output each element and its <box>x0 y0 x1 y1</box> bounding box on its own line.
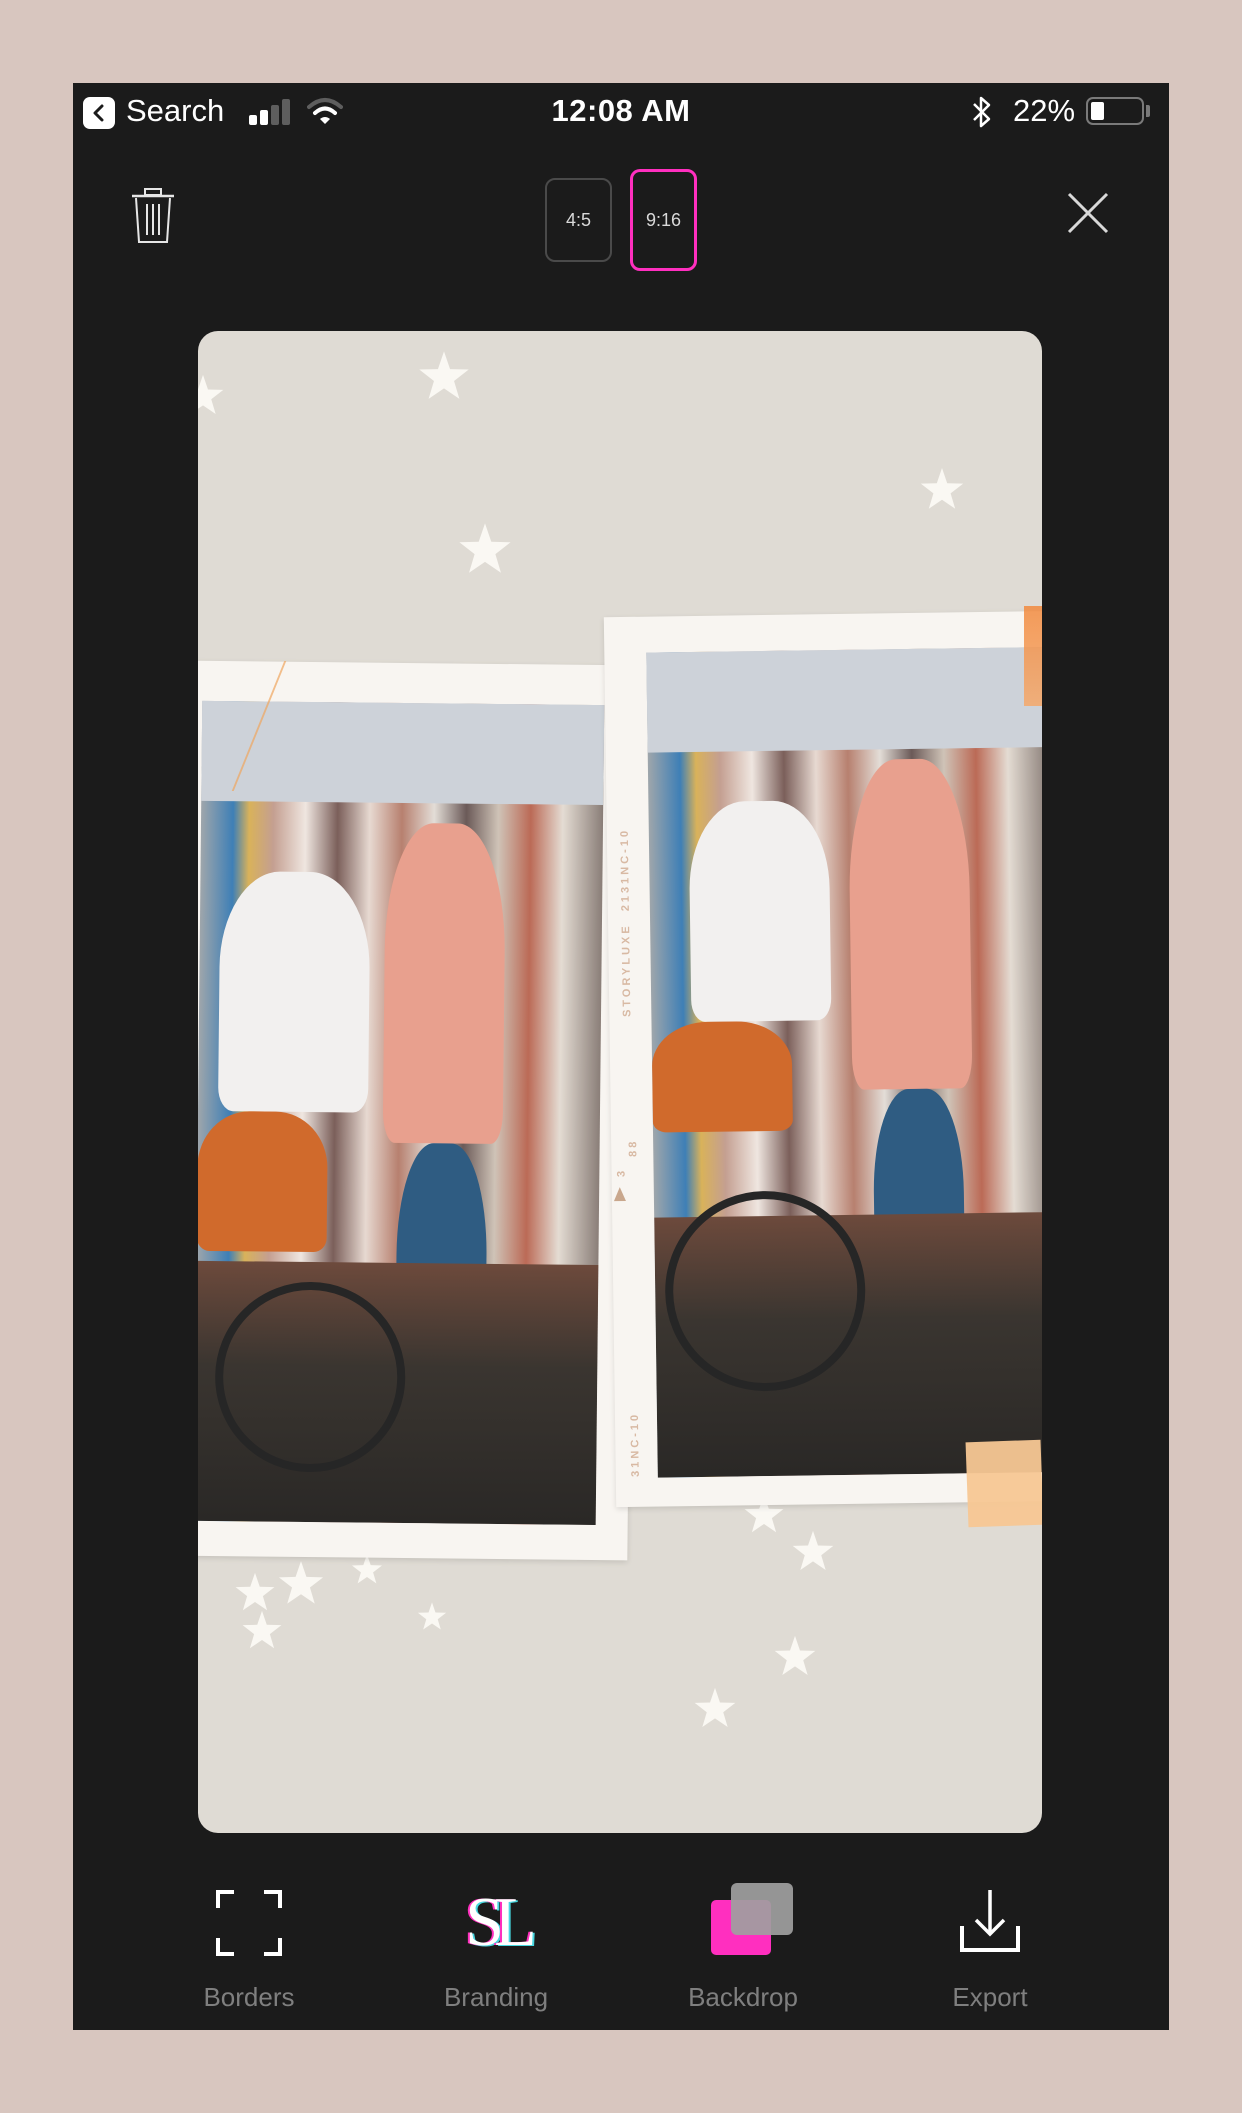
battery-percent: 22% <box>1013 93 1076 128</box>
backdrop-button[interactable]: Backdrop <box>653 1878 833 2013</box>
export-label: Export <box>952 1982 1028 2012</box>
borders-button[interactable]: Borders <box>159 1878 339 2013</box>
film-frame-number: 3 <box>615 1167 628 1178</box>
star-decoration <box>694 1687 736 1728</box>
left-photo[interactable] <box>198 700 605 1526</box>
photo-subject <box>217 871 371 1113</box>
photo-subject <box>688 800 832 1023</box>
trash-icon[interactable] <box>128 187 178 245</box>
photo-frame-right[interactable]: STORYLUXE 2131NC-10 88 3 31NC-10 <box>603 610 1042 1508</box>
export-button[interactable]: Export <box>900 1878 1080 2013</box>
battery-level <box>1091 102 1104 120</box>
film-frame-arrow-icon <box>613 1187 626 1202</box>
photo-subject <box>198 1110 328 1253</box>
close-icon[interactable] <box>1066 191 1110 235</box>
battery-nub <box>1146 105 1150 117</box>
branding-label: Branding <box>443 1982 549 2012</box>
photo-frame-left[interactable] <box>198 660 637 1561</box>
backdrop-back-square <box>731 1883 793 1935</box>
bluetooth-icon <box>973 96 991 128</box>
photo-subject <box>382 822 507 1145</box>
right-photo[interactable] <box>646 647 1042 1478</box>
film-counter: 88 <box>627 1138 640 1157</box>
backdrop-label: Backdrop <box>688 1982 798 2012</box>
film-bottom-code: 31NC-10 <box>628 1411 642 1477</box>
clock: 12:08 AM <box>551 93 691 128</box>
sl-logo-icon: SL <box>465 1884 537 1961</box>
star-decoration <box>278 1561 324 1604</box>
bicycle-wheel <box>214 1281 407 1474</box>
star-decoration <box>198 374 224 415</box>
download-icon <box>960 1890 1020 1952</box>
borders-label: Borders <box>203 1982 295 2012</box>
star-decoration <box>351 1554 383 1584</box>
story-canvas[interactable]: STORYLUXE 2131NC-10 88 3 31NC-10 <box>198 331 1042 1833</box>
photo-subject <box>847 758 973 1090</box>
aspect-ratio-9-16-button[interactable]: 9:16 <box>630 169 697 271</box>
film-brand-text: STORYLUXE 2131NC-10 <box>619 828 634 1017</box>
star-decoration <box>419 351 469 399</box>
star-decoration <box>459 523 511 573</box>
borders-icon <box>216 1890 282 1956</box>
photo-subject <box>651 1020 793 1133</box>
battery-icon <box>1086 97 1144 125</box>
star-decoration <box>792 1530 834 1571</box>
star-decoration <box>242 1610 282 1649</box>
tape-decoration <box>1024 606 1042 706</box>
status-bar: Search 12:08 AM 22% <box>73 83 1169 143</box>
film-brand: STORYLUXE <box>620 923 634 1018</box>
backdrop-icon <box>653 1878 833 1968</box>
photo-sky <box>646 647 1042 753</box>
star-decoration <box>417 1602 447 1630</box>
branding-button[interactable]: SL Branding <box>406 1878 586 2013</box>
aspect-ratio-4-5-button[interactable]: 4:5 <box>545 178 612 262</box>
app-screen: Search 12:08 AM 22% 4:5 9:16 STORYLUXE 2… <box>73 83 1169 2030</box>
star-decoration <box>774 1635 816 1676</box>
star-decoration <box>920 468 964 509</box>
tape-decoration <box>965 1439 1042 1528</box>
film-code: 2131NC-10 <box>618 827 632 912</box>
